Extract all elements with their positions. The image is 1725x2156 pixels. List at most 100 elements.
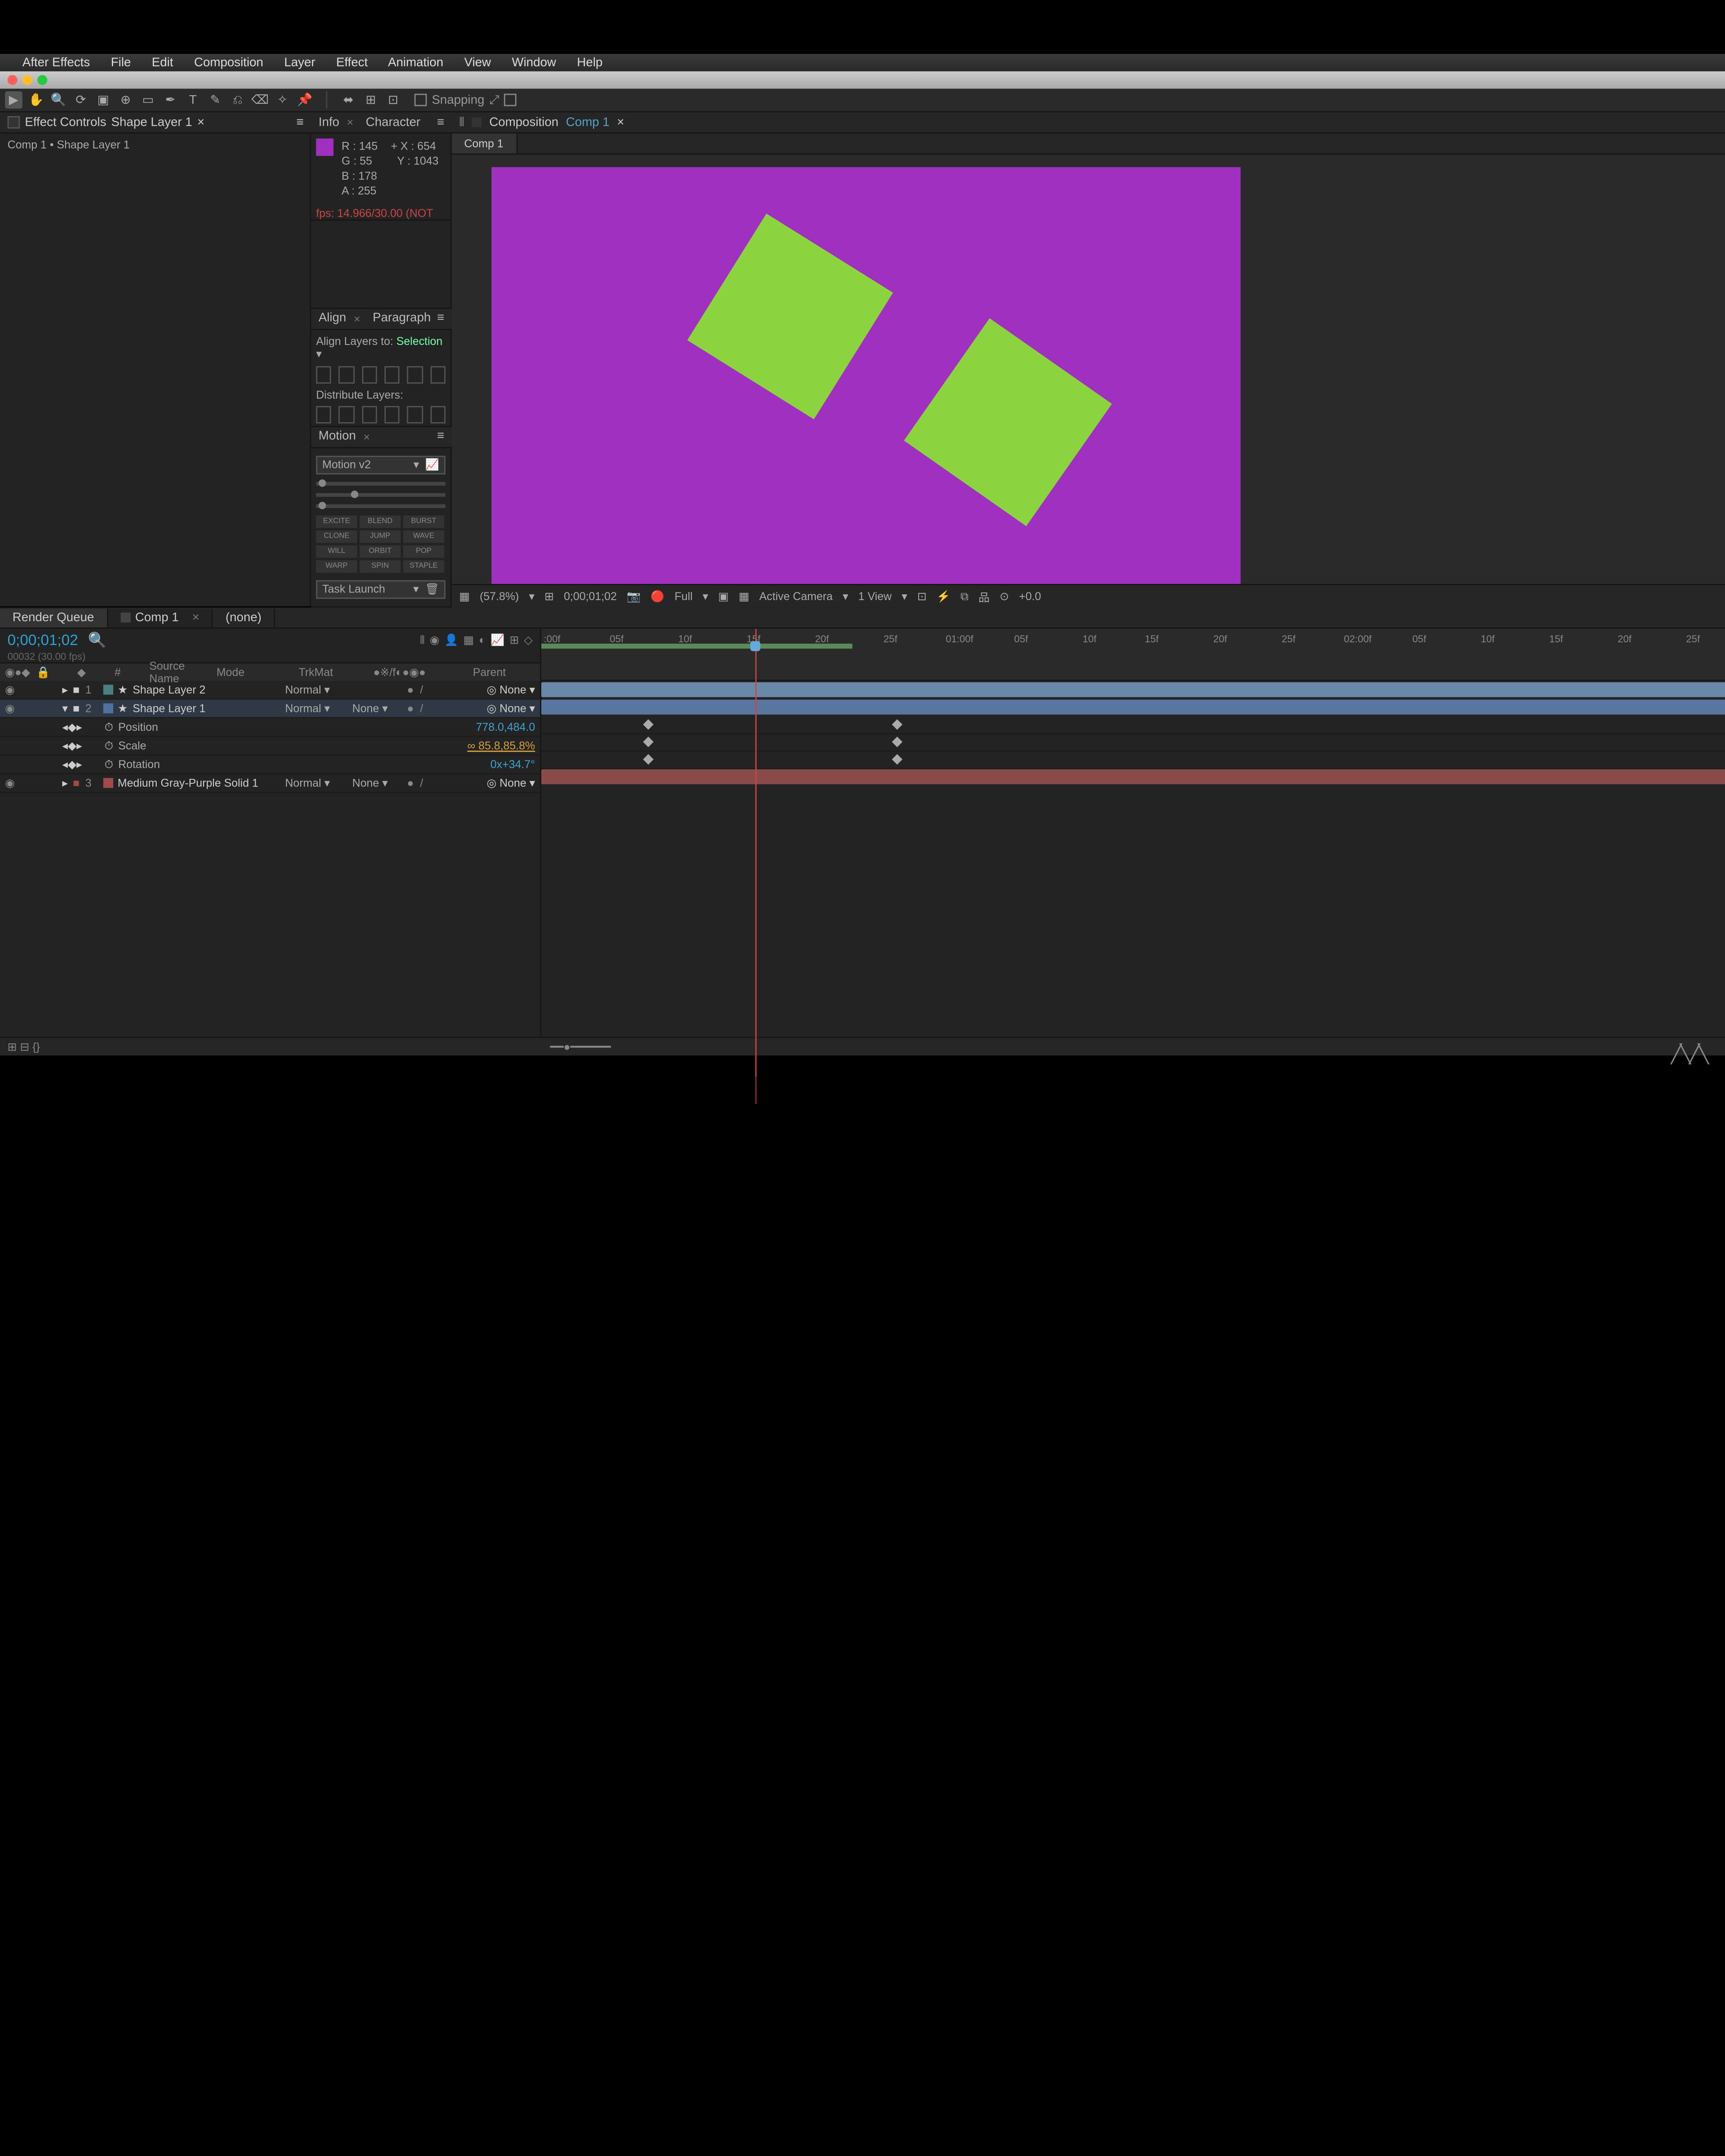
comp-tab[interactable]: Comp 1 (452, 133, 517, 153)
comp-mini-flowchart-icon[interactable]: ⫴ (420, 633, 425, 646)
shape-layer-1[interactable] (904, 318, 1112, 526)
minimize-window-button[interactable] (22, 75, 32, 85)
align-to-dropdown[interactable]: Selection (396, 335, 442, 347)
resolution-icon[interactable]: ⊞ (544, 589, 554, 603)
composition-canvas[interactable] (491, 167, 1241, 584)
snap-ext-icon[interactable]: ⤢ (489, 93, 499, 106)
current-time-display[interactable]: 0;00;01;02 (8, 631, 78, 649)
task-launch-dropdown[interactable]: Task Launch▾ 🗑 (316, 580, 446, 599)
keyframe[interactable] (643, 754, 654, 765)
exposure-value[interactable]: +0.0 (1019, 590, 1041, 603)
brainstorm-icon[interactable]: ⊞ (509, 633, 519, 646)
menu-file[interactable]: File (111, 56, 131, 69)
brush-tool[interactable]: ✎ (207, 91, 224, 109)
shy-icon[interactable]: 👤 (444, 633, 458, 646)
keyframe[interactable] (643, 719, 654, 730)
toggle-switches-icon[interactable]: ⊞ ⊟ {} (8, 1040, 40, 1053)
rectangle-tool[interactable]: ▭ (139, 91, 157, 109)
layer-row-shape2[interactable]: ◉ ▸■1 ★ Shape Layer 2 Normal ▾ ● / ◎ Non… (0, 681, 540, 700)
roi-icon[interactable]: ▣ (718, 589, 729, 603)
pixel-aspect-icon[interactable]: ⊡ (917, 589, 927, 603)
motion-blur-icon[interactable]: ◐ (479, 633, 486, 646)
app-menus[interactable]: After Effects File Edit Composition Laye… (22, 56, 620, 69)
world-axis-icon[interactable]: ⊞ (362, 91, 380, 109)
rotation-value[interactable]: 0x+34.7° (491, 758, 535, 771)
timeline-comp-tab[interactable]: Comp 1 × (108, 608, 213, 627)
pan-behind-tool[interactable]: ⊕ (117, 91, 134, 109)
pen-tool[interactable]: ✒ (162, 91, 179, 109)
layer-bar-shape1[interactable] (541, 700, 1725, 715)
col-mode[interactable]: Mode (217, 666, 274, 679)
exposure-reset-icon[interactable]: ⊙ (1000, 589, 1009, 603)
composition-viewer[interactable] (452, 155, 1725, 584)
paragraph-tab[interactable]: Paragraph (373, 312, 431, 325)
keyframe[interactable] (892, 719, 902, 730)
keyframe[interactable] (892, 754, 902, 765)
scale-value[interactable]: ∞ 85.8,85.8% (467, 739, 535, 752)
menu-effect[interactable]: Effect (336, 56, 367, 69)
camera-dropdown[interactable]: Active Camera (759, 590, 833, 603)
menu-edit[interactable]: Edit (152, 56, 173, 69)
transparency-icon[interactable]: ▦ (739, 589, 749, 603)
roto-tool[interactable]: ✧ (274, 91, 291, 109)
work-area-bar[interactable] (541, 644, 853, 649)
keyframe[interactable] (892, 737, 902, 747)
character-tab[interactable]: Character (366, 115, 420, 129)
puppet-tool[interactable]: 📌 (296, 91, 314, 109)
resolution-dropdown[interactable]: Full (675, 590, 693, 603)
local-axis-icon[interactable]: ⬌ (340, 91, 357, 109)
menu-window[interactable]: Window (512, 56, 556, 69)
stopwatch-icon[interactable]: ⏱ (105, 757, 113, 771)
col-trkmat[interactable]: TrkMat (299, 666, 349, 679)
views-dropdown[interactable]: 1 View (858, 590, 892, 603)
flowchart-icon[interactable]: ⫴ (459, 115, 464, 129)
distribute-buttons[interactable] (316, 406, 446, 423)
shape-layer-2[interactable] (687, 213, 893, 419)
motion-slider-2[interactable] (316, 493, 446, 497)
camera-tool[interactable]: ▣ (95, 91, 112, 109)
property-position[interactable]: ◂◆▸ ⏱ Position 778.0,484.0 (0, 718, 540, 737)
zoom-slider[interactable]: ━━●━━━━━━ (550, 1040, 611, 1053)
info-tab[interactable]: Info (318, 115, 339, 129)
rotate-tool[interactable]: ⟳ (72, 91, 90, 109)
position-value[interactable]: 778.0,484.0 (476, 721, 535, 733)
motion-preset-grid[interactable]: EXCITEBLENDBURST CLONEJUMPWAVE WILLORBIT… (316, 516, 446, 573)
effect-controls-tab[interactable]: Effect Controls Shape Layer 1 × ≡ (0, 112, 311, 133)
close-tab-icon[interactable]: × (197, 115, 204, 129)
menu-help[interactable]: Help (577, 56, 602, 69)
grid-icon[interactable]: ▦ (459, 589, 470, 603)
visibility-toggle[interactable]: ◉ (5, 702, 18, 715)
snapping-toggle[interactable]: Snapping ⤢ (414, 93, 517, 106)
draft-3d-icon[interactable]: ◉ (429, 633, 439, 646)
layer-row-shape1[interactable]: ◉ ▾■2 ★ Shape Layer 1 Normal ▾ None ▾ ● … (0, 700, 540, 719)
visibility-toggle[interactable]: ◉ (5, 776, 18, 790)
view-axis-icon[interactable]: ⊡ (385, 91, 402, 109)
col-parent[interactable]: Parent (473, 666, 535, 679)
motion-preset-dropdown[interactable]: Motion v2▾ 📈 (316, 456, 446, 475)
composition-panel-label[interactable]: Composition (489, 115, 558, 129)
align-buttons[interactable] (316, 366, 446, 383)
close-tab-icon[interactable]: × (347, 116, 354, 129)
layer-bar-solid[interactable] (541, 769, 1725, 784)
timeline-graph-area[interactable] (541, 681, 1725, 1037)
motion-tab[interactable]: Motion (318, 430, 356, 444)
zoom-window-button[interactable] (37, 75, 47, 85)
current-time-indicator[interactable] (755, 629, 756, 1077)
menu-animation[interactable]: Animation (388, 56, 443, 69)
motion-slider-3[interactable] (316, 504, 446, 508)
motion-slider-1[interactable] (316, 482, 446, 486)
time-display[interactable]: 0;00;01;02 (564, 590, 617, 603)
menu-app[interactable]: After Effects (22, 56, 90, 69)
visibility-toggle[interactable]: ◉ (5, 683, 18, 696)
channel-icon[interactable]: 🔴 (650, 589, 664, 603)
frame-blend-icon[interactable]: ▦ (463, 633, 474, 646)
selection-tool[interactable]: ▶ (5, 91, 22, 109)
stopwatch-icon[interactable]: ⏱ (105, 739, 113, 752)
eraser-tool[interactable]: ⌫ (252, 91, 269, 109)
snapshot-icon[interactable]: 📷 (627, 589, 641, 603)
menu-composition[interactable]: Composition (194, 56, 263, 69)
panel-menu-icon[interactable]: ≡ (296, 115, 304, 129)
align-tab[interactable]: Align (318, 312, 346, 325)
timeline-search-icon[interactable]: 🔍 (88, 631, 106, 649)
panel-menu-icon[interactable]: ≡ (437, 312, 444, 325)
